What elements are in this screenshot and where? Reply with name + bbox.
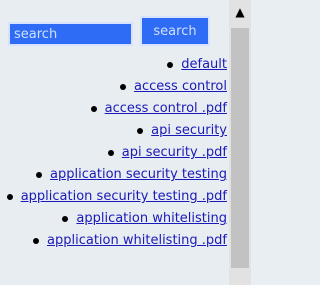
bullet-icon — [137, 127, 144, 134]
list-link[interactable]: api security — [151, 123, 227, 138]
search-bar: search — [4, 16, 229, 50]
list-item: access control — [0, 76, 229, 98]
bullet-icon — [36, 171, 43, 178]
search-input[interactable] — [8, 22, 133, 46]
list-item: application whitelisting — [0, 208, 229, 230]
bullet-icon — [120, 83, 126, 90]
list-link[interactable]: api security .pdf — [122, 145, 227, 160]
list-link[interactable]: access control .pdf — [105, 101, 227, 116]
content-panel: search default access control access con… — [0, 0, 229, 285]
list-item: access control .pdf — [0, 98, 229, 120]
list-item: application whitelisting .pdf — [0, 230, 229, 252]
bullet-icon — [33, 237, 40, 244]
bullet-icon — [107, 149, 114, 156]
list-item: application security testing .pdf — [0, 186, 229, 208]
list-item: application security testing — [0, 164, 229, 186]
link-list: default access control access control .p… — [0, 54, 229, 252]
list-item: default — [0, 54, 229, 76]
search-button[interactable]: search — [140, 16, 210, 46]
list-link[interactable]: application whitelisting .pdf — [47, 233, 227, 248]
scroll-up-icon[interactable]: ▲ — [229, 0, 251, 24]
list-item: api security .pdf — [0, 142, 229, 164]
list-link[interactable]: application security testing — [50, 167, 227, 182]
bullet-icon — [90, 105, 97, 112]
list-link[interactable]: access control — [134, 79, 227, 94]
bullet-icon — [6, 193, 13, 200]
bullet-icon — [167, 61, 174, 68]
scroll-thumb[interactable] — [231, 28, 249, 268]
list-item: api security — [0, 120, 229, 142]
list-link[interactable]: application whitelisting — [76, 211, 227, 226]
list-link[interactable]: default — [181, 57, 227, 72]
list-link[interactable]: application security testing .pdf — [21, 189, 227, 204]
vertical-scrollbar[interactable]: ▲ — [229, 0, 251, 285]
bullet-icon — [62, 215, 69, 222]
